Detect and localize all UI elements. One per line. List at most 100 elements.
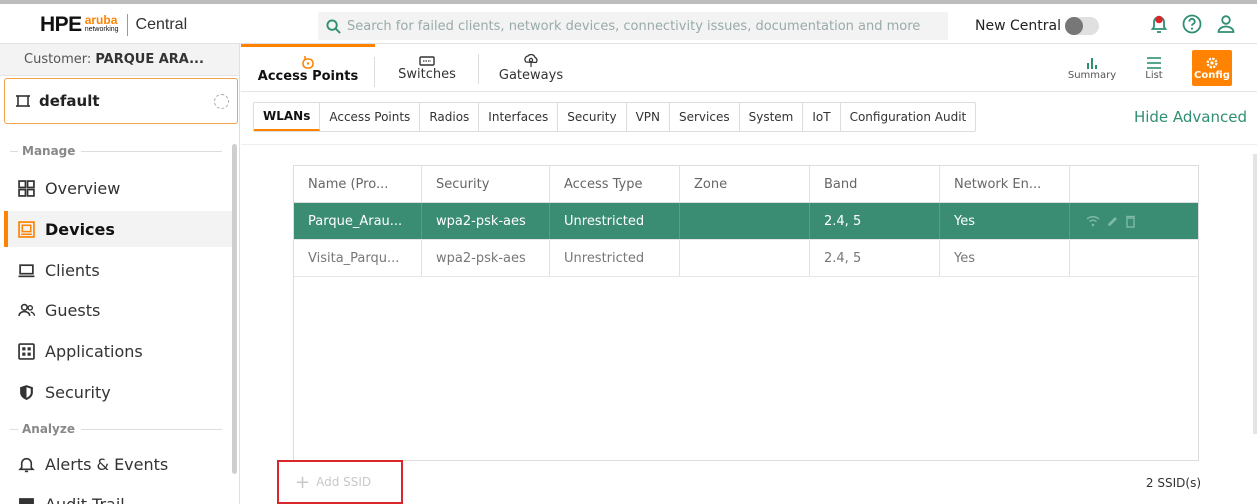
- subtab-configuration-audit[interactable]: Configuration Audit: [841, 103, 976, 131]
- devices-icon: [18, 220, 35, 238]
- sidebar-item-label: Overview: [45, 178, 121, 198]
- bell-icon: [18, 457, 35, 472]
- shield-icon: [20, 384, 33, 400]
- audit-trail-icon: [19, 497, 34, 504]
- subtab-access-points[interactable]: Access Points: [320, 103, 421, 131]
- column-header-security[interactable]: Security: [422, 166, 550, 202]
- logo[interactable]: HPE aruba networking Central: [40, 13, 187, 36]
- sidebar-item-label: Clients: [45, 260, 100, 280]
- subtab-system[interactable]: System: [740, 103, 804, 131]
- tab-label: Access Points: [257, 69, 359, 84]
- brand-hpe: HPE: [40, 13, 82, 36]
- list-view-button[interactable]: List: [1139, 50, 1169, 86]
- sidebar-item-guests[interactable]: Guests: [4, 292, 232, 328]
- subtab-wlans[interactable]: WLANs: [254, 103, 321, 131]
- search-icon: [326, 18, 341, 34]
- switch-icon: [419, 55, 435, 66]
- device-type-tabs: Access Points Switches Gateways Summary …: [241, 44, 1257, 92]
- search-input[interactable]: Search for failed clients, network devic…: [318, 12, 948, 40]
- cell-access-type: Unrestricted: [550, 203, 680, 239]
- wlans-table: Name (Pro... Security Access Type Zone B…: [293, 165, 1199, 461]
- plus-icon: +: [295, 471, 311, 493]
- scope-selector[interactable]: default: [4, 78, 238, 124]
- summary-label: Summary: [1067, 69, 1117, 81]
- divider: [241, 144, 1257, 145]
- help-icon[interactable]: [1182, 14, 1202, 34]
- user-icon[interactable]: [1216, 14, 1236, 34]
- cell-zone: [680, 203, 810, 239]
- column-header-access-type[interactable]: Access Type: [550, 166, 680, 202]
- tab-switches[interactable]: Switches: [375, 44, 479, 92]
- customer-selector[interactable]: Customer: PARQUE ARA...: [0, 44, 239, 76]
- subtab-services[interactable]: Services: [670, 103, 740, 131]
- tab-label: Switches: [398, 66, 456, 82]
- group-icon: [16, 95, 30, 107]
- sidebar-item-label: Security: [45, 382, 111, 402]
- brand-networking-text: networking: [84, 26, 119, 33]
- cell-security: wpa2-psk-aes: [422, 240, 550, 276]
- gear-icon: [1206, 56, 1218, 69]
- cell-access-type: Unrestricted: [550, 240, 680, 276]
- section-manage: Manage: [10, 144, 222, 158]
- add-ssid-button[interactable]: + Add SSID: [277, 460, 403, 504]
- sidebar-item-applications[interactable]: Applications: [4, 333, 232, 369]
- sidebar-scrollbar[interactable]: [232, 144, 237, 474]
- tab-gateways[interactable]: Gateways: [479, 44, 583, 92]
- hide-advanced-link[interactable]: Hide Advanced: [1134, 108, 1247, 126]
- cell-security: wpa2-psk-aes: [422, 203, 550, 239]
- new-central-label: New Central: [975, 18, 1061, 34]
- sidebar-item-alerts-events[interactable]: Alerts & Events: [4, 446, 232, 482]
- column-header-network-enabled[interactable]: Network En...: [940, 166, 1070, 202]
- loading-icon: [214, 94, 229, 109]
- add-ssid-label: Add SSID: [316, 475, 372, 489]
- new-central-toggle[interactable]: [1064, 17, 1099, 35]
- table-header: Name (Pro... Security Access Type Zone B…: [294, 166, 1198, 203]
- tab-access-points[interactable]: Access Points: [241, 44, 375, 92]
- subtab-vpn[interactable]: VPN: [627, 103, 670, 131]
- sidebar-item-devices[interactable]: Devices: [4, 211, 232, 247]
- section-label: Manage: [22, 144, 76, 158]
- bell-alert-icon[interactable]: [1150, 14, 1168, 34]
- bar-chart-icon: [1087, 57, 1097, 69]
- table-row[interactable]: Visita_Parqu... wpa2-psk-aes Unrestricte…: [294, 240, 1198, 277]
- sidebar: Customer: PARQUE ARA... default Manage O…: [0, 44, 240, 504]
- delete-icon[interactable]: [1125, 215, 1136, 228]
- cell-zone: [680, 240, 810, 276]
- applications-icon: [18, 342, 35, 360]
- content-scrollbar[interactable]: [1253, 154, 1257, 434]
- column-header-name[interactable]: Name (Pro...: [294, 166, 422, 202]
- table-row[interactable]: Parque_Arau... wpa2-psk-aes Unrestricted…: [294, 203, 1198, 240]
- config-sub-tabs: WLANs Access Points Radios Interfaces Se…: [253, 102, 977, 132]
- subtab-radios[interactable]: Radios: [420, 103, 480, 131]
- subtab-interfaces[interactable]: Interfaces: [479, 103, 559, 131]
- column-header-zone[interactable]: Zone: [680, 166, 810, 202]
- sidebar-item-label: Guests: [45, 300, 101, 320]
- brand-aruba-text: aruba: [84, 13, 118, 27]
- wifi-icon[interactable]: [1086, 215, 1100, 227]
- customer-name: PARQUE ARA...: [95, 52, 204, 67]
- sidebar-item-overview[interactable]: Overview: [4, 170, 232, 206]
- column-header-band[interactable]: Band: [810, 166, 940, 202]
- config-view-button[interactable]: Config: [1192, 50, 1232, 86]
- search-placeholder: Search for failed clients, network devic…: [347, 18, 921, 34]
- subtab-security[interactable]: Security: [558, 103, 627, 131]
- ssid-count: 2 SSID(s): [1145, 476, 1201, 490]
- access-point-icon: [302, 56, 314, 69]
- cell-band: 2.4, 5: [810, 240, 940, 276]
- customer-label: Customer:: [24, 52, 92, 67]
- edit-icon[interactable]: [1106, 215, 1119, 228]
- cell-network-enabled: Yes: [940, 240, 1070, 276]
- subtab-iot[interactable]: IoT: [803, 103, 841, 131]
- sidebar-item-audit-trail[interactable]: Audit Trail: [4, 486, 232, 504]
- cell-name: Visita_Parqu...: [294, 240, 422, 276]
- cell-band: 2.4, 5: [810, 203, 940, 239]
- row-actions: [1070, 240, 1198, 276]
- sidebar-item-security[interactable]: Security: [4, 374, 232, 410]
- column-header-actions: [1070, 166, 1198, 202]
- brand-aruba: aruba networking: [84, 13, 119, 34]
- cell-name: Parque_Arau...: [294, 203, 422, 239]
- sidebar-item-clients[interactable]: Clients: [4, 252, 232, 288]
- section-label: Analyze: [22, 422, 75, 436]
- summary-view-button[interactable]: Summary: [1067, 50, 1117, 86]
- main-content: Access Points Switches Gateways Summary …: [241, 44, 1257, 504]
